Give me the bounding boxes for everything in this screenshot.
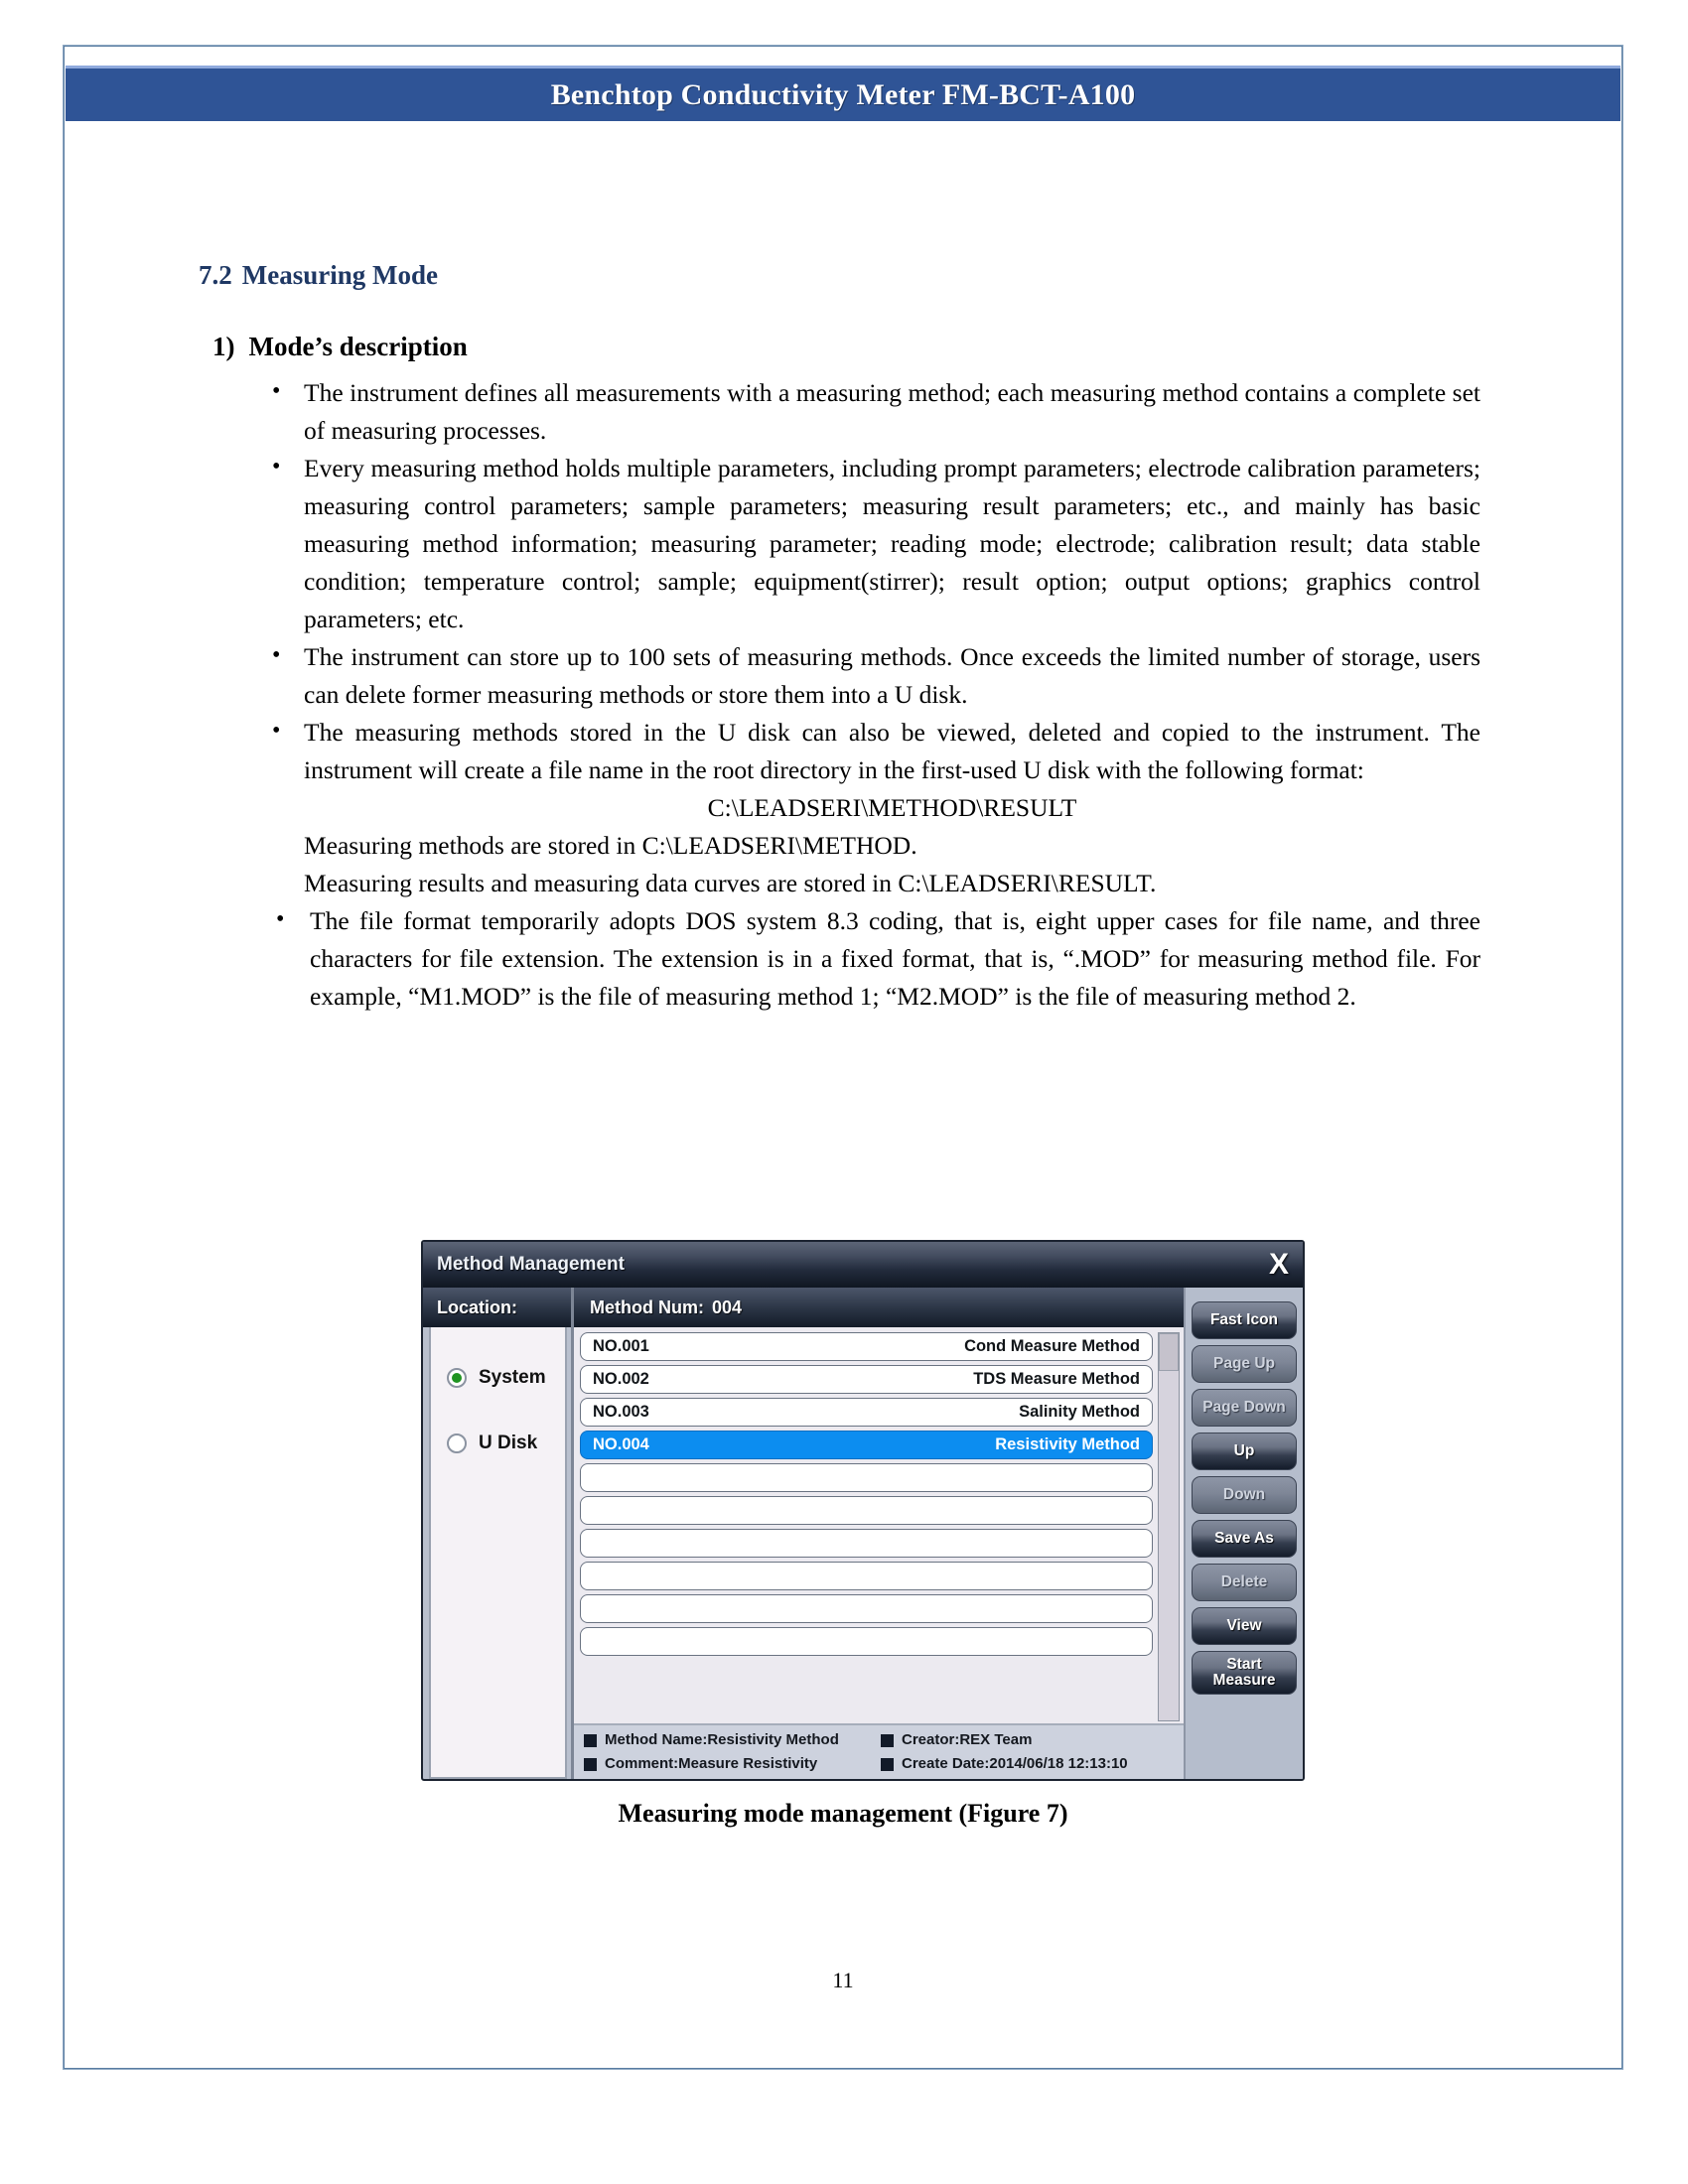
section-title: Measuring Mode xyxy=(241,260,438,290)
scrollbar-vertical[interactable] xyxy=(1158,1332,1180,1721)
action-button-column: Fast Icon Page Up Page Down Up Down Save… xyxy=(1184,1288,1303,1779)
location-options: System U Disk xyxy=(429,1327,567,1779)
document-header: Benchtop Conductivity Meter FM-BCT-A100 xyxy=(66,66,1620,121)
scrollbar-thumb[interactable] xyxy=(1159,1333,1179,1371)
radio-icon-selected[interactable] xyxy=(447,1368,467,1388)
bullet-square-icon xyxy=(584,1733,597,1747)
document-title: Benchtop Conductivity Meter FM-BCT-A100 xyxy=(550,77,1136,111)
info-text: Method Name:Resistivity Method xyxy=(605,1731,839,1748)
method-info-bar: Method Name:Resistivity Method Creator:R… xyxy=(574,1723,1184,1779)
list-item: The measuring methods stored in the U di… xyxy=(244,712,1480,789)
method-no: NO.003 xyxy=(593,1403,649,1421)
list-item[interactable] xyxy=(580,1529,1153,1558)
radio-option-udisk[interactable]: U Disk xyxy=(431,1433,565,1454)
list-item[interactable]: NO.002 TDS Measure Method xyxy=(580,1365,1153,1394)
radio-label-system: System xyxy=(479,1367,546,1388)
list-item: The instrument can store up to 100 sets … xyxy=(244,636,1480,714)
method-name: Salinity Method xyxy=(1019,1403,1140,1421)
method-num-header: Method Num: 004 xyxy=(574,1288,1184,1327)
list-item: Every measuring method holds multiple pa… xyxy=(244,448,1480,638)
bullet-list: The instrument defines all measurements … xyxy=(244,372,1480,1016)
file-path-result: Measuring results and measuring data cur… xyxy=(304,869,1157,897)
file-path-centered: C:\LEADSERI\METHOD\RESULT xyxy=(707,793,1077,822)
dialog-body: Location: System U Disk Method Num: 004 … xyxy=(423,1288,1303,1779)
method-no: NO.002 xyxy=(593,1370,649,1388)
location-panel: Location: System U Disk xyxy=(423,1288,574,1779)
method-num-value: 004 xyxy=(711,1297,743,1317)
start-measure-button[interactable]: Start Measure xyxy=(1192,1651,1297,1695)
list-item[interactable] xyxy=(580,1496,1153,1525)
section-number: 7.2 xyxy=(199,260,232,290)
list-item: The file format temporarily adopts DOS s… xyxy=(244,900,1480,1016)
save-as-button[interactable]: Save As xyxy=(1192,1520,1297,1558)
file-path-method: Measuring methods are stored in C:\LEADS… xyxy=(304,831,917,860)
figure-caption: Measuring mode management (Figure 7) xyxy=(618,1799,1068,1828)
info-creator: Creator:REX Team xyxy=(881,1728,1178,1752)
method-name: Resistivity Method xyxy=(995,1435,1140,1453)
method-name: Cond Measure Method xyxy=(964,1337,1140,1355)
page-number: 11 xyxy=(832,1968,854,1992)
location-header: Location: xyxy=(423,1288,571,1327)
section-heading: 7.2 Measuring Mode xyxy=(199,260,438,291)
method-management-dialog: Method Management X Location: System U D… xyxy=(421,1240,1305,1781)
radio-option-system[interactable]: System xyxy=(431,1367,565,1389)
method-list-panel: Method Num: 004 NO.001 Cond Measure Meth… xyxy=(574,1288,1184,1779)
radio-icon-unselected[interactable] xyxy=(447,1433,467,1453)
bullet-square-icon xyxy=(584,1757,597,1771)
view-button[interactable]: View xyxy=(1192,1607,1297,1645)
radio-label-udisk: U Disk xyxy=(479,1433,538,1453)
info-text: Comment:Measure Resistivity xyxy=(605,1755,818,1772)
subsection-number: 1) xyxy=(212,332,235,361)
dialog-titlebar: Method Management X xyxy=(423,1242,1303,1288)
page-down-button[interactable]: Page Down xyxy=(1192,1389,1297,1427)
figure-method-management: Method Management X Location: System U D… xyxy=(421,1240,1305,1781)
list-item[interactable] xyxy=(580,1594,1153,1623)
down-button[interactable]: Down xyxy=(1192,1476,1297,1514)
page-content: 7.2 Measuring Mode 1) Mode’s description… xyxy=(66,121,1620,2067)
method-list: NO.001 Cond Measure Method NO.002 TDS Me… xyxy=(580,1332,1153,1721)
page-up-button[interactable]: Page Up xyxy=(1192,1345,1297,1383)
list-item[interactable] xyxy=(580,1562,1153,1590)
info-text: Creator:REX Team xyxy=(902,1731,1033,1748)
list-item-selected[interactable]: NO.004 Resistivity Method xyxy=(580,1431,1153,1459)
subsection-title: Mode’s description xyxy=(248,332,468,361)
method-no: NO.004 xyxy=(593,1435,649,1453)
bullet-square-icon xyxy=(881,1733,894,1747)
list-item: The instrument defines all measurements … xyxy=(244,372,1480,450)
info-comment: Comment:Measure Resistivity xyxy=(584,1752,881,1776)
list-item[interactable]: NO.003 Salinity Method xyxy=(580,1398,1153,1427)
fast-icon-button[interactable]: Fast Icon xyxy=(1192,1301,1297,1339)
info-create-date: Create Date:2014/06/18 12:13:10 xyxy=(881,1752,1178,1776)
method-list-wrapper: NO.001 Cond Measure Method NO.002 TDS Me… xyxy=(574,1327,1184,1723)
method-num-label: Method Num: xyxy=(590,1297,704,1317)
list-item[interactable] xyxy=(580,1627,1153,1656)
method-no: NO.001 xyxy=(593,1337,649,1355)
subsection-heading: 1) Mode’s description xyxy=(212,332,468,362)
list-item[interactable] xyxy=(580,1463,1153,1492)
list-item[interactable]: NO.001 Cond Measure Method xyxy=(580,1332,1153,1361)
info-method-name: Method Name:Resistivity Method xyxy=(584,1728,881,1752)
up-button[interactable]: Up xyxy=(1192,1433,1297,1470)
bullet-square-icon xyxy=(881,1757,894,1771)
dialog-title: Method Management xyxy=(437,1254,625,1275)
info-text: Create Date:2014/06/18 12:13:10 xyxy=(902,1755,1128,1772)
method-name: TDS Measure Method xyxy=(973,1370,1140,1388)
close-icon[interactable]: X xyxy=(1269,1250,1289,1280)
delete-button[interactable]: Delete xyxy=(1192,1564,1297,1601)
